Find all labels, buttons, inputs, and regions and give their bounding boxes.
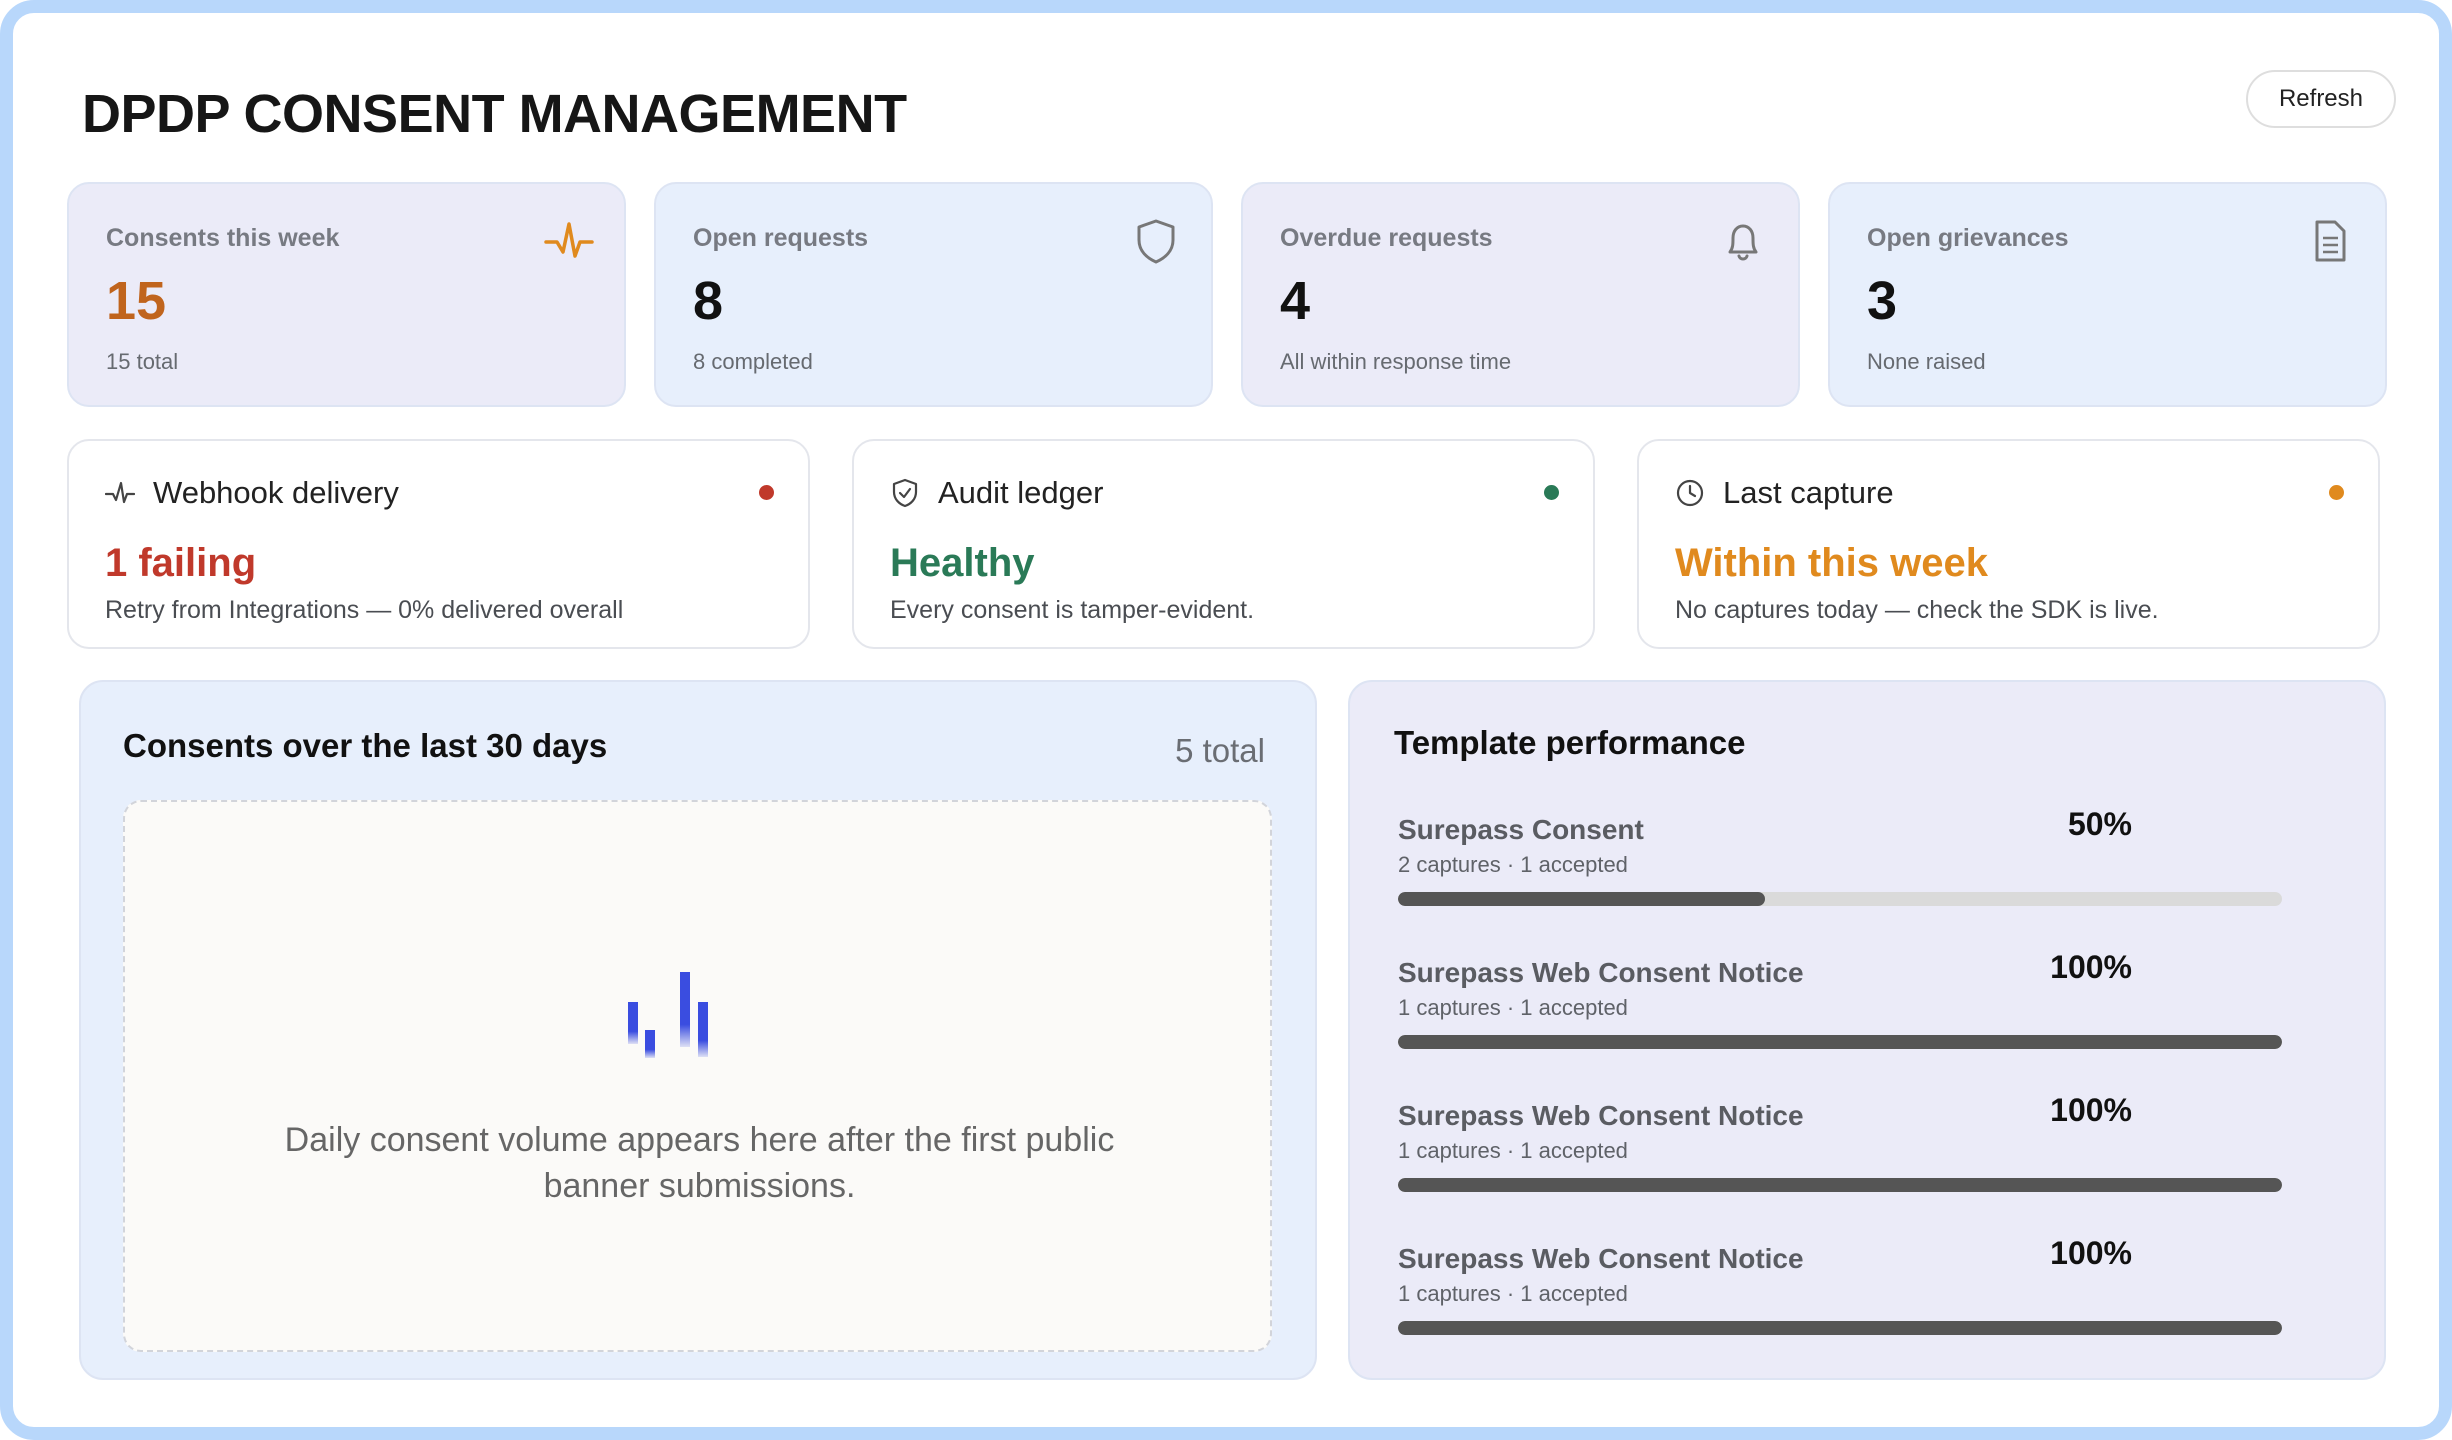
template-row[interactable]: Surepass Web Consent Notice 1 captures ·… <box>1398 949 2282 1077</box>
clock-icon <box>1676 479 1704 507</box>
stat-sub: 15 total <box>106 349 179 374</box>
stat-card-open-grievances[interactable]: Open grievances 3 None raised <box>1828 182 2387 407</box>
status-value: Within this week <box>1675 541 1989 585</box>
template-name: Surepass Web Consent Notice <box>1398 1100 1804 1131</box>
template-meta: 1 captures · 1 accepted <box>1398 1138 1628 1163</box>
chart-empty-state: Daily consent volume appears here after … <box>123 800 1272 1352</box>
stat-sub: All within response time <box>1280 349 1512 374</box>
status-value: 1 failing <box>105 541 257 585</box>
stat-label: Open grievances <box>1867 224 2069 252</box>
panel-title: Template performance <box>1394 724 1746 761</box>
progress-track <box>1398 892 2282 906</box>
stat-label: Open requests <box>693 224 869 252</box>
status-title: Webhook delivery <box>153 475 399 510</box>
status-card-audit-ledger[interactable]: Audit ledger Healthy Every consent is ta… <box>852 439 1595 649</box>
status-desc: No captures today — check the SDK is liv… <box>1675 596 2159 624</box>
status-title: Last capture <box>1723 475 1894 510</box>
status-card-webhook[interactable]: Webhook delivery 1 failing Retry from In… <box>67 439 810 649</box>
stat-card-open-requests[interactable]: Open requests 8 8 completed <box>654 182 1213 407</box>
activity-icon <box>105 481 135 504</box>
shield-check-icon <box>892 478 918 508</box>
template-percent: 100% <box>2050 1092 2132 1128</box>
progress-fill <box>1398 1035 2282 1049</box>
template-name: Surepass Consent <box>1398 814 1644 845</box>
progress-track <box>1398 1321 2282 1335</box>
stat-value: 15 <box>106 271 167 331</box>
template-percent: 50% <box>2067 806 2132 842</box>
progress-track <box>1398 1035 2282 1049</box>
status-card-last-capture[interactable]: Last capture Within this week No capture… <box>1637 439 2380 649</box>
stat-card-consents-week[interactable]: Consents this week 15 15 total <box>67 182 626 407</box>
template-meta: 1 captures · 1 accepted <box>1398 1281 1628 1306</box>
progress-track <box>1398 1178 2282 1192</box>
template-row[interactable]: Surepass Web Consent Notice 1 captures ·… <box>1398 1235 2282 1363</box>
stat-sub: None raised <box>1867 349 1986 374</box>
bell-icon <box>1728 224 1758 261</box>
stat-label: Overdue requests <box>1280 224 1493 252</box>
template-meta: 1 captures · 1 accepted <box>1398 995 1628 1020</box>
status-value: Healthy <box>890 541 1035 585</box>
panel-title: Consents over the last 30 days <box>123 727 608 764</box>
panel-total: 5 total <box>1175 732 1265 769</box>
progress-fill <box>1398 1321 2282 1335</box>
empty-message: Daily consent volume appears here after … <box>284 1121 1115 1205</box>
stat-value: 4 <box>1280 271 1311 331</box>
refresh-button[interactable]: Refresh <box>2246 70 2396 128</box>
stat-sub: 8 completed <box>693 349 813 374</box>
status-desc: Retry from Integrations — 0% delivered o… <box>105 596 624 624</box>
stat-card-overdue-requests[interactable]: Overdue requests 4 All within response t… <box>1241 182 1800 407</box>
stat-value: 8 <box>693 271 724 331</box>
template-row[interactable]: Surepass Consent 2 captures · 1 accepted… <box>1398 806 2282 934</box>
document-icon <box>2315 220 2346 262</box>
template-percent: 100% <box>2050 949 2132 985</box>
template-row[interactable]: Surepass Web Consent Notice 1 captures ·… <box>1398 1092 2282 1220</box>
dashboard-frame: DPDP CONSENT MANAGEMENT Refresh Consents… <box>0 0 2452 1440</box>
template-performance-panel: Template performance Surepass Consent 2 … <box>1348 680 2386 1380</box>
bar-chart-icon <box>628 972 708 1058</box>
stat-label: Consents this week <box>106 224 340 252</box>
status-dot <box>759 485 774 500</box>
page-title: DPDP CONSENT MANAGEMENT <box>82 84 907 144</box>
stat-value: 3 <box>1867 271 1898 331</box>
consents-chart-panel: Consents over the last 30 days 5 total D… <box>79 680 1317 1380</box>
status-desc: Every consent is tamper-evident. <box>890 596 1255 624</box>
template-percent: 100% <box>2050 1235 2132 1271</box>
progress-fill <box>1398 1178 2282 1192</box>
template-meta: 2 captures · 1 accepted <box>1398 852 1628 877</box>
status-title: Audit ledger <box>938 475 1104 510</box>
template-name: Surepass Web Consent Notice <box>1398 957 1804 988</box>
status-dot <box>1544 485 1559 500</box>
progress-fill <box>1398 892 1765 906</box>
status-dot <box>2329 485 2344 500</box>
pulse-icon <box>544 222 594 258</box>
template-name: Surepass Web Consent Notice <box>1398 1243 1804 1274</box>
shield-icon <box>1137 219 1175 264</box>
